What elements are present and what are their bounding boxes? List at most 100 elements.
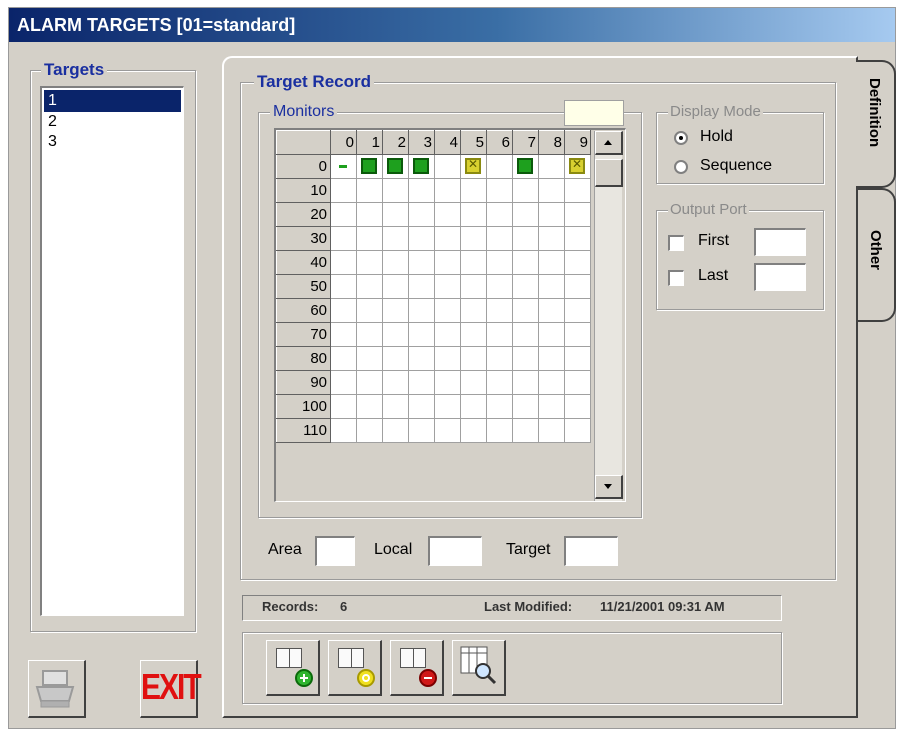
list-item[interactable]: 2 [44, 112, 181, 132]
monitor-cell[interactable] [330, 418, 357, 443]
grid-scrollbar[interactable] [594, 131, 623, 501]
monitor-cell[interactable] [512, 298, 539, 323]
monitor-cell[interactable] [408, 394, 435, 419]
scroll-up-button[interactable] [595, 131, 623, 155]
monitor-cell[interactable] [356, 250, 383, 275]
monitor-cell[interactable] [382, 394, 409, 419]
monitor-cell[interactable] [330, 394, 357, 419]
list-item[interactable]: 3 [44, 132, 181, 152]
delete-record-button[interactable] [390, 640, 444, 696]
monitor-cell[interactable] [538, 202, 565, 227]
hold-radio[interactable] [674, 131, 688, 145]
monitor-cell[interactable] [382, 226, 409, 251]
monitor-cell[interactable] [408, 202, 435, 227]
first-port-input[interactable] [754, 228, 806, 256]
monitor-cell[interactable] [434, 226, 461, 251]
monitors-grid[interactable]: 01234567890102030405060708090100110 [276, 130, 591, 443]
monitor-cell[interactable] [486, 154, 513, 179]
monitor-cell[interactable] [408, 322, 435, 347]
monitor-cell[interactable] [512, 346, 539, 371]
monitor-cell[interactable] [460, 418, 487, 443]
edit-record-button[interactable] [328, 640, 382, 696]
monitor-cell[interactable] [382, 370, 409, 395]
monitor-cell[interactable] [382, 298, 409, 323]
tab-other[interactable]: Other [858, 188, 896, 322]
monitor-cell[interactable] [434, 274, 461, 299]
scroll-thumb[interactable] [595, 159, 623, 187]
monitor-cell[interactable] [434, 250, 461, 275]
monitor-cell[interactable] [538, 250, 565, 275]
last-checkbox[interactable] [668, 270, 684, 286]
monitor-cell[interactable] [434, 322, 461, 347]
monitor-cell[interactable] [486, 418, 513, 443]
monitor-cell[interactable] [408, 370, 435, 395]
monitor-cell[interactable] [486, 346, 513, 371]
monitor-cell[interactable] [356, 394, 383, 419]
monitor-cell[interactable] [434, 346, 461, 371]
monitor-cell[interactable] [538, 178, 565, 203]
monitor-cell[interactable] [486, 226, 513, 251]
monitor-cell[interactable] [564, 394, 591, 419]
monitor-cell[interactable] [564, 418, 591, 443]
monitor-cell[interactable] [486, 274, 513, 299]
monitor-cell[interactable] [564, 370, 591, 395]
monitor-cell[interactable] [408, 418, 435, 443]
monitor-cell[interactable] [434, 394, 461, 419]
monitor-cell[interactable] [408, 250, 435, 275]
monitor-cell[interactable] [434, 370, 461, 395]
exit-button[interactable]: EXIT [140, 660, 202, 718]
monitor-cell[interactable] [356, 298, 383, 323]
monitor-cell[interactable] [486, 370, 513, 395]
monitor-cell[interactable] [486, 202, 513, 227]
monitor-cell[interactable] [382, 202, 409, 227]
monitor-cell[interactable] [330, 274, 357, 299]
monitor-cell[interactable] [512, 370, 539, 395]
monitor-cell[interactable] [408, 274, 435, 299]
monitor-cell[interactable] [330, 298, 357, 323]
monitor-cell[interactable] [460, 154, 487, 179]
monitor-cell[interactable] [356, 322, 383, 347]
monitor-cell[interactable] [538, 346, 565, 371]
sequence-radio[interactable] [674, 160, 688, 174]
monitor-cell[interactable] [538, 418, 565, 443]
monitor-cell[interactable] [382, 274, 409, 299]
monitor-cell[interactable] [512, 322, 539, 347]
monitor-cell[interactable] [460, 298, 487, 323]
monitor-cell[interactable] [434, 178, 461, 203]
monitor-cell[interactable] [538, 370, 565, 395]
monitor-cell[interactable] [434, 298, 461, 323]
monitor-cell[interactable] [460, 370, 487, 395]
monitor-cell[interactable] [330, 154, 357, 179]
monitor-cell[interactable] [538, 226, 565, 251]
monitor-cell[interactable] [356, 274, 383, 299]
monitor-cell[interactable] [486, 178, 513, 203]
monitor-cell[interactable] [356, 418, 383, 443]
monitor-cell[interactable] [434, 202, 461, 227]
monitor-cell[interactable] [382, 346, 409, 371]
monitor-cell[interactable] [382, 178, 409, 203]
monitor-cell[interactable] [538, 298, 565, 323]
monitor-cell[interactable] [460, 178, 487, 203]
monitor-cell[interactable] [356, 226, 383, 251]
monitor-cell[interactable] [512, 418, 539, 443]
monitor-cell[interactable] [330, 178, 357, 203]
monitor-cell[interactable] [330, 370, 357, 395]
monitor-cell[interactable] [330, 202, 357, 227]
monitor-cell[interactable] [564, 346, 591, 371]
monitor-cell[interactable] [330, 322, 357, 347]
monitor-cell[interactable] [512, 394, 539, 419]
area-input[interactable] [315, 536, 355, 566]
monitor-cell[interactable] [486, 250, 513, 275]
monitor-cell[interactable] [538, 274, 565, 299]
monitor-cell[interactable] [382, 322, 409, 347]
monitor-cell[interactable] [512, 250, 539, 275]
monitor-cell[interactable] [408, 226, 435, 251]
add-record-button[interactable] [266, 640, 320, 696]
monitor-cell[interactable] [564, 250, 591, 275]
monitor-cell[interactable] [356, 202, 383, 227]
monitor-cell[interactable] [356, 370, 383, 395]
target-input[interactable] [564, 536, 618, 566]
monitor-cell[interactable] [460, 250, 487, 275]
monitor-cell[interactable] [564, 274, 591, 299]
monitor-cell[interactable] [460, 202, 487, 227]
